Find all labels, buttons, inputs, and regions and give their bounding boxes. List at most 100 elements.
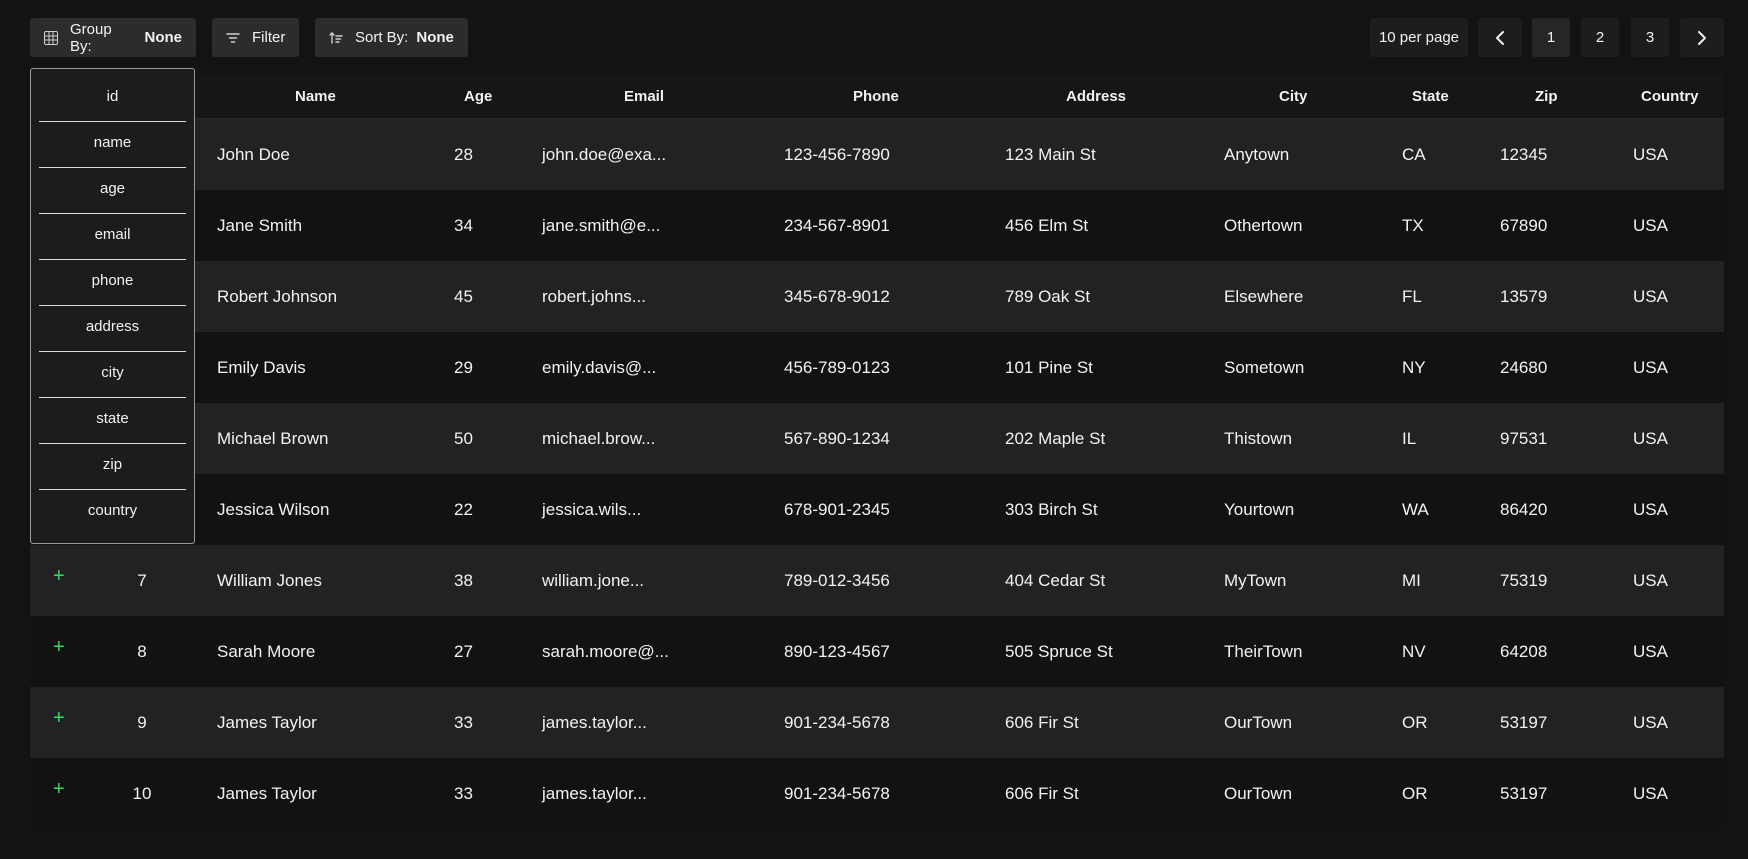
filter-button[interactable]: Filter (212, 18, 299, 57)
cell-id: 7 (137, 571, 147, 590)
expand-row-plus-icon[interactable]: + (53, 778, 65, 801)
column-header-country[interactable]: Country (1641, 88, 1699, 105)
cell-country: USA (1633, 429, 1668, 448)
table-row[interactable]: +7 William Jones 38 william.jone... 789-012-… (30, 545, 1724, 616)
cell-name: Jessica Wilson (217, 500, 330, 519)
group-by-option[interactable]: age (39, 165, 186, 211)
page-button-1[interactable]: 1 (1532, 18, 1570, 57)
cell-zip: 67890 (1500, 216, 1548, 235)
group-by-option[interactable]: phone (39, 257, 186, 303)
group-by-option[interactable]: zip (39, 441, 186, 487)
page-number: 2 (1595, 29, 1605, 46)
column-header-zip[interactable]: Zip (1535, 88, 1558, 105)
chevron-left-icon (1496, 30, 1504, 45)
table-row[interactable]: +5Michael Brown50michael.brow...567-890-… (30, 403, 1724, 474)
data-table: Name Age Email Phone Address City State … (30, 75, 1724, 829)
column-header-address[interactable]: Address (1066, 88, 1126, 105)
table-row[interactable]: +8 Sarah Moore 27 sarah.moore@... 890-123-45… (30, 616, 1724, 687)
cell-email: william.jone... (542, 571, 645, 590)
expand-row-plus-icon[interactable]: + (53, 636, 65, 659)
group-by-option[interactable]: email (39, 211, 186, 257)
table-row[interactable]: +2Jane Smith34jane.smith@e...234-567-890… (30, 190, 1724, 261)
per-page-select[interactable]: 10 per page (1370, 18, 1468, 57)
page-button-3[interactable]: 3 (1631, 18, 1669, 57)
cell-city: OurTown (1224, 713, 1293, 732)
column-header-email[interactable]: Email (624, 88, 664, 105)
cell-country: USA (1633, 571, 1668, 590)
cell-zip: 13579 (1500, 287, 1548, 306)
cell-name: Michael Brown (217, 429, 329, 448)
cell-age: 29 (454, 358, 473, 377)
filter-label: Filter (252, 29, 286, 46)
group-by-option[interactable]: city (39, 349, 186, 395)
sort-by-button[interactable]: Sort By: None (315, 18, 468, 57)
cell-country: USA (1633, 713, 1668, 732)
group-by-option[interactable]: address (39, 303, 186, 349)
cell-age: 28 (454, 145, 473, 164)
cell-phone: 678-901-2345 (784, 500, 890, 519)
cell-address: 456 Elm St (1005, 216, 1089, 235)
cell-zip: 97531 (1500, 429, 1548, 448)
cell-country: USA (1633, 784, 1668, 803)
cell-phone: 901-234-5678 (784, 713, 890, 732)
page-button-2[interactable]: 2 (1581, 18, 1619, 57)
column-header-state[interactable]: State (1412, 88, 1449, 105)
cell-address: 303 Birch St (1005, 500, 1098, 519)
cell-email: james.taylor... (542, 713, 647, 732)
cell-name: Robert Johnson (217, 287, 338, 306)
cell-country: USA (1633, 216, 1668, 235)
table-header: Name Age Email Phone Address City State … (30, 75, 1724, 119)
cell-age: 38 (454, 571, 473, 590)
column-header-city[interactable]: City (1279, 88, 1307, 105)
cell-age: 50 (454, 429, 473, 448)
cell-name: William Jones (217, 571, 322, 590)
cell-email: john.doe@exa... (542, 145, 667, 164)
cell-name: John Doe (217, 145, 290, 164)
column-header-name[interactable]: Name (295, 88, 336, 105)
table-row[interactable]: +9 James Taylor 33 james.taylor... 901-234-5… (30, 687, 1724, 758)
cell-address: 606 Fir St (1005, 713, 1079, 732)
table-row[interactable]: +10 James Taylor 33 james.taylor... 901-234-… (30, 758, 1724, 829)
table-row[interactable]: +1John Doe28john.doe@exa...123-456-78901… (30, 119, 1724, 190)
cell-city: Elsewhere (1224, 287, 1304, 306)
sort-icon (329, 31, 343, 44)
cell-age: 33 (454, 713, 473, 732)
next-page-button[interactable] (1680, 18, 1724, 57)
cell-age: 22 (454, 500, 473, 519)
group-by-option[interactable]: id (39, 73, 186, 119)
table-row[interactable]: +4Emily Davis29emily.davis@...456-789-01… (30, 332, 1724, 403)
cell-state: NV (1402, 642, 1426, 661)
cell-email: sarah.moore@... (542, 642, 669, 661)
cell-address: 123 Main St (1005, 145, 1096, 164)
cell-phone: 567-890-1234 (784, 429, 890, 448)
group-by-button[interactable]: Group By: None (30, 18, 196, 57)
cell-phone: 789-012-3456 (784, 571, 890, 590)
cell-email: jane.smith@e... (542, 216, 661, 235)
group-by-value: None (144, 29, 183, 46)
cell-phone: 123-456-7890 (784, 145, 890, 164)
group-by-option[interactable]: country (39, 487, 186, 533)
cell-city: Sometown (1224, 358, 1305, 377)
grid-icon (44, 30, 58, 45)
column-header-age[interactable]: Age (464, 88, 492, 105)
filter-icon (226, 32, 240, 43)
cell-state: TX (1402, 216, 1424, 235)
prev-page-button[interactable] (1478, 18, 1522, 57)
group-by-option[interactable]: name (39, 119, 186, 165)
cell-city: Thistown (1224, 429, 1293, 448)
cell-name: James Taylor (217, 784, 317, 803)
cell-state: IL (1402, 429, 1417, 448)
cell-city: Othertown (1224, 216, 1303, 235)
expand-row-plus-icon[interactable]: + (53, 565, 65, 588)
cell-phone: 456-789-0123 (784, 358, 890, 377)
expand-row-plus-icon[interactable]: + (53, 707, 65, 730)
cell-id: 9 (137, 713, 147, 732)
cell-id: 10 (132, 784, 152, 803)
table-row[interactable]: +3Robert Johnson45robert.johns...345-678… (30, 261, 1724, 332)
group-by-option[interactable]: state (39, 395, 186, 441)
cell-email: robert.johns... (542, 287, 646, 306)
column-header-phone[interactable]: Phone (853, 88, 899, 105)
cell-age: 33 (454, 784, 473, 803)
cell-email: michael.brow... (542, 429, 656, 448)
table-row[interactable]: +6Jessica Wilson22jessica.wils...678-901… (30, 474, 1724, 545)
